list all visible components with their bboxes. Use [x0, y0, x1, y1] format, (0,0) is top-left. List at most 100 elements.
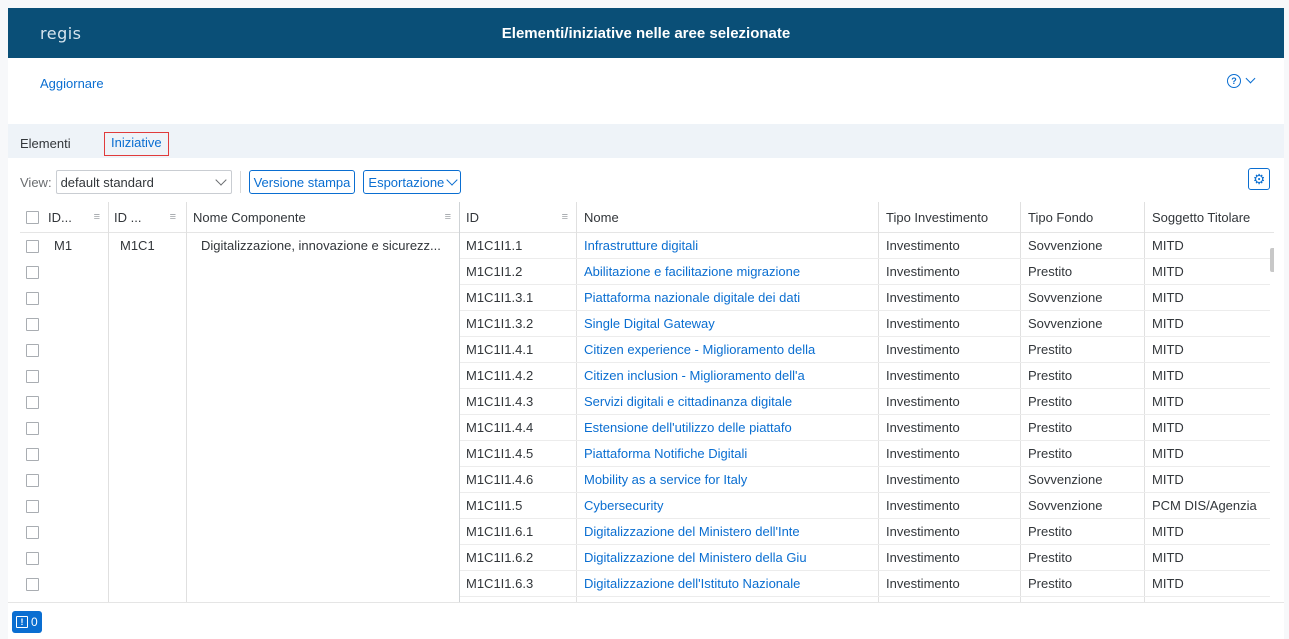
row-nome-link[interactable]: Mobility as a service for Italy [584, 467, 874, 493]
row-tipo-investimento: Investimento [886, 264, 960, 279]
row-soggetto-titolare: MITD [1152, 472, 1184, 487]
row-soggetto-titolare: MITD [1152, 394, 1184, 409]
row-tipo-investimento: Investimento [886, 238, 960, 253]
row-nome-link[interactable]: Infrastrutture digitali [584, 233, 874, 259]
column-divider [186, 202, 187, 632]
row-tipo-fondo: Sovvenzione [1028, 472, 1103, 487]
row-id: M1C1I1.6.1 [466, 524, 534, 539]
row-select [26, 233, 39, 259]
row-select [26, 311, 39, 337]
row-tipo-fondo: Prestito [1028, 420, 1073, 435]
column-divider [576, 202, 577, 632]
column-divider [878, 202, 879, 632]
row-tipo-fondo: Prestito [1028, 550, 1073, 565]
messages-button[interactable]: ! 0 [12, 611, 42, 633]
chevron-down-icon [214, 173, 227, 186]
chevron-down-icon [1245, 73, 1256, 84]
tab-iniziative[interactable]: Iniziative [104, 132, 169, 156]
row-nome-link[interactable]: Citizen experience - Miglioramento della [584, 337, 874, 363]
column-header-id[interactable]: ID ≡ [466, 202, 568, 232]
row-checkbox[interactable] [26, 525, 39, 539]
help-icon: ? [1227, 74, 1241, 88]
row-nome-link[interactable]: Digitalizzazione dell'Istituto Nazionale [584, 571, 874, 597]
update-button[interactable]: Aggiornare [40, 76, 104, 91]
header-select-all[interactable] [26, 202, 39, 232]
row-nome-link[interactable]: Piattaforma nazionale digitale dei dati [584, 285, 874, 311]
row-nome-link[interactable]: Citizen inclusion - Miglioramento dell'a [584, 363, 874, 389]
column-header-id-label: ID [466, 209, 479, 225]
row-select [26, 545, 39, 571]
row-nome-link[interactable]: Digitalizzazione del Ministero dell'Inte [584, 519, 874, 545]
row-checkbox[interactable] [26, 499, 39, 513]
row-checkbox[interactable] [26, 551, 39, 565]
row-tipo-fondo: Prestito [1028, 342, 1073, 357]
row-id: M1C1I1.4.2 [466, 368, 534, 383]
row-soggetto-titolare: MITD [1152, 342, 1184, 357]
row-select [26, 337, 39, 363]
row-checkbox[interactable] [26, 265, 39, 279]
row-tipo-investimento: Investimento [886, 290, 960, 305]
row-checkbox[interactable] [26, 421, 39, 435]
select-all-checkbox[interactable] [26, 210, 39, 224]
row-nome-link[interactable]: Abilitazione e facilitazione migrazione [584, 259, 874, 285]
row-tipo-fondo: Prestito [1028, 524, 1073, 539]
row-soggetto-titolare: MITD [1152, 550, 1184, 565]
footer-bar: ! 0 [8, 602, 1284, 639]
column-header-id1[interactable]: ID... ≡ [48, 202, 100, 232]
row-select [26, 467, 39, 493]
data-table: ID... ≡ ID ... ≡ Nome Componente ≡ ID ≡ … [20, 202, 1274, 632]
group-nome-componente: Digitalizzazione, innovazione e sicurezz… [201, 238, 441, 253]
row-checkbox[interactable] [26, 317, 39, 331]
row-tipo-fondo: Prestito [1028, 368, 1073, 383]
row-checkbox[interactable] [26, 369, 39, 383]
row-tipo-investimento: Investimento [886, 368, 960, 383]
row-checkbox[interactable] [26, 473, 39, 487]
tab-elementi[interactable]: Elementi [20, 136, 71, 151]
row-nome-link[interactable]: Cybersecurity [584, 493, 874, 519]
column-header-soggetto-titolare[interactable]: Soggetto Titolare [1152, 202, 1250, 232]
group-id1: M1 [54, 238, 73, 253]
row-tipo-investimento: Investimento [886, 394, 960, 409]
export-button[interactable]: Esportazione [363, 170, 462, 194]
row-checkbox[interactable] [26, 239, 39, 253]
view-select[interactable]: default standard [55, 170, 232, 194]
column-header-tipo-fondo[interactable]: Tipo Fondo [1028, 202, 1093, 232]
row-soggetto-titolare: MITD [1152, 238, 1184, 253]
export-button-label: Esportazione [368, 174, 445, 190]
column-header-nome[interactable]: Nome [584, 202, 619, 232]
table-settings-button[interactable]: ⚙ [1248, 168, 1270, 190]
column-menu-icon[interactable]: ≡ [445, 211, 451, 223]
row-select [26, 389, 39, 415]
chevron-down-icon [446, 173, 458, 186]
column-menu-icon[interactable]: ≡ [170, 211, 176, 223]
column-header-nome-componente[interactable]: Nome Componente ≡ [193, 202, 451, 232]
row-checkbox[interactable] [26, 343, 39, 357]
column-divider [1144, 202, 1145, 632]
table-panel: View: default standard Versione stampa E… [8, 158, 1284, 639]
row-checkbox[interactable] [26, 291, 39, 305]
row-select [26, 415, 39, 441]
row-nome-link[interactable]: Single Digital Gateway [584, 311, 874, 337]
row-nome-link[interactable]: Digitalizzazione del Ministero della Giu [584, 545, 874, 571]
shell-header: regis Elementi/iniziative nelle aree sel… [8, 8, 1284, 58]
row-tipo-investimento: Investimento [886, 576, 960, 591]
column-divider [1020, 202, 1021, 632]
page-title: Elementi/iniziative nelle aree seleziona… [501, 25, 791, 42]
help-button[interactable]: ? [1227, 73, 1256, 88]
row-nome-link[interactable]: Estensione dell'utilizzo delle piattafo [584, 415, 874, 441]
row-checkbox[interactable] [26, 577, 39, 591]
row-checkbox[interactable] [26, 447, 39, 461]
column-header-tipo-investimento[interactable]: Tipo Investimento [886, 202, 988, 232]
row-soggetto-titolare: MITD [1152, 420, 1184, 435]
row-id: M1C1I1.4.5 [466, 446, 534, 461]
column-header-id2[interactable]: ID ... ≡ [114, 202, 176, 232]
column-menu-icon[interactable]: ≡ [94, 211, 100, 223]
row-nome-link[interactable]: Servizi digitali e cittadinanza digitale [584, 389, 874, 415]
row-id: M1C1I1.1 [466, 238, 523, 253]
column-menu-icon[interactable]: ≡ [562, 211, 568, 223]
row-nome-link[interactable]: Piattaforma Notifiche Digitali [584, 441, 874, 467]
row-checkbox[interactable] [26, 395, 39, 409]
print-version-button[interactable]: Versione stampa [248, 170, 356, 194]
row-soggetto-titolare: MITD [1152, 446, 1184, 461]
row-scrollbar-thumb[interactable] [1270, 248, 1274, 272]
